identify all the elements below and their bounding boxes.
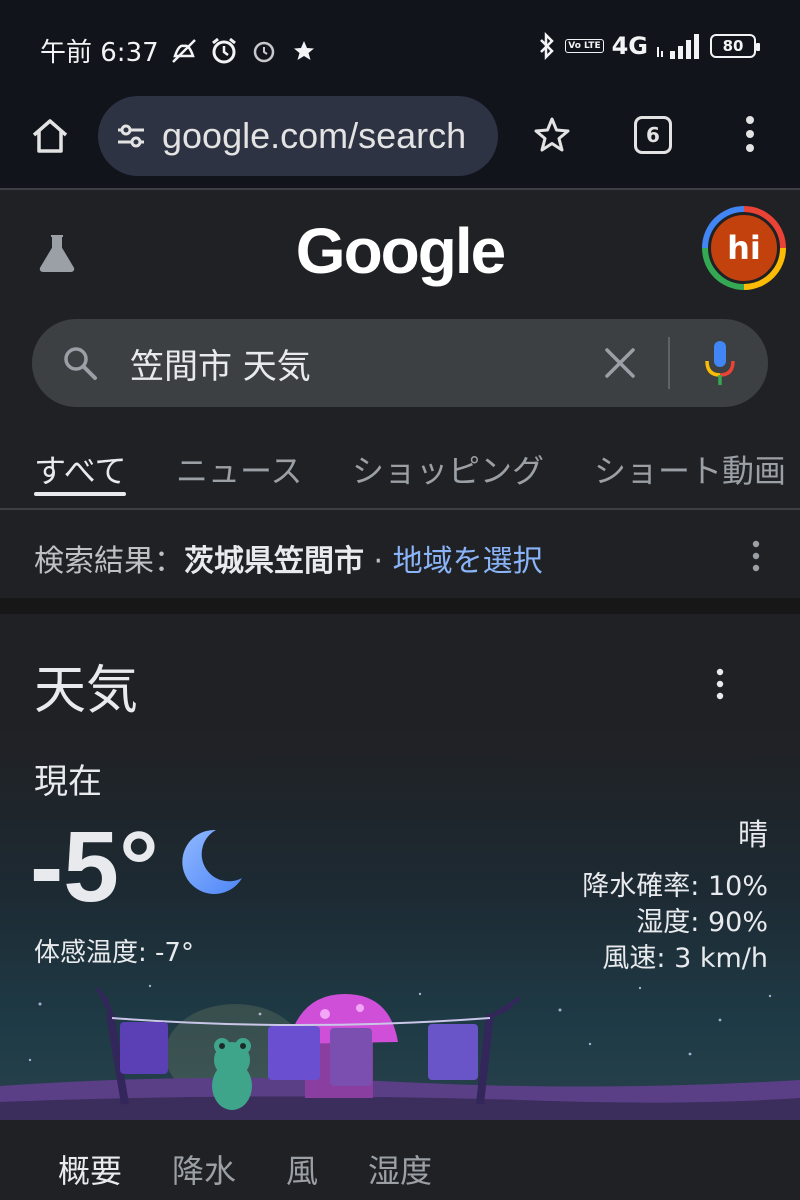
battery-level: 80 [722, 37, 744, 55]
location-row: 検索結果：茨城県笠間市 · 地域を選択 [0, 512, 800, 598]
wind-speed: 風速: 3 km/h [602, 943, 768, 974]
clear-icon[interactable] [602, 345, 638, 381]
search-filter-tabs: すべて ニュース ショッピング ショート動画 [0, 440, 800, 508]
volte-icon: Vo LTE [565, 39, 604, 53]
weather-illustration [0, 984, 800, 1120]
google-logo[interactable]: Google [0, 214, 800, 288]
search-input[interactable]: 笠間市 天気 [130, 339, 311, 388]
search-icon [64, 347, 97, 380]
weather-condition: 晴 [738, 818, 768, 853]
location-more-icon[interactable] [744, 538, 768, 574]
status-time: 午前 6:37 [40, 38, 159, 68]
browser-toolbar: google.com/search 6 [0, 96, 800, 190]
tab-shopping[interactable]: ショッピング [352, 446, 544, 492]
weather-title: 天気 [34, 661, 139, 721]
location-separator: · [364, 544, 393, 579]
home-icon[interactable] [28, 114, 72, 158]
status-bar-right: Vo LTE 4G 80 [537, 32, 760, 60]
signal-icon [657, 34, 699, 59]
current-label: 現在 [34, 762, 102, 802]
choose-area-link[interactable]: 地域を選択 [393, 544, 543, 579]
location-place: 茨城県笠間市 [184, 544, 364, 579]
google-header: Google hi [0, 192, 800, 312]
search-box[interactable]: 笠間市 天気 [32, 319, 768, 407]
search-divider [668, 337, 670, 389]
alarm-secondary-icon [253, 41, 274, 62]
precipitation-chance: 降水確率: 10% [582, 871, 768, 902]
url-bar[interactable]: google.com/search [98, 96, 498, 176]
tab-short-videos[interactable]: ショート動画 [594, 446, 786, 492]
browser-menu-icon[interactable] [738, 112, 762, 156]
status-bar-left: 午前 6:37 [40, 32, 319, 69]
frog-character [212, 1038, 252, 1110]
status-bar: 午前 6:37 Vo LTE 4G 80 [0, 0, 800, 96]
weather-tab-humidity[interactable]: 湿度 [368, 1146, 432, 1192]
weather-more-icon[interactable] [708, 666, 732, 702]
avatar-initials: hi [708, 212, 780, 284]
weather-tabs: 概要 降水 風 湿度 [0, 1120, 800, 1200]
weather-tab-wind[interactable]: 風 [286, 1146, 318, 1192]
tab-count: 6 [646, 123, 660, 147]
site-settings-icon[interactable] [114, 119, 148, 153]
tab-switcher-button[interactable]: 6 [634, 116, 672, 154]
mute-vibrate-icon [171, 38, 196, 63]
current-temperature: -5° [30, 811, 159, 923]
crescent-moon-icon [182, 829, 242, 894]
weather-tab-precipitation[interactable]: 降水 [172, 1146, 236, 1192]
bookmark-star-icon[interactable] [530, 114, 574, 158]
battery-icon: 80 [710, 34, 760, 58]
weather-tab-overview[interactable]: 概要 [58, 1146, 122, 1192]
bluetooth-icon [540, 32, 555, 60]
active-tab-indicator [34, 492, 126, 496]
location-text: 検索結果：茨城県笠間市 · 地域を選択 [34, 536, 543, 580]
network-type: 4G [611, 32, 648, 60]
tab-news[interactable]: ニュース [176, 446, 302, 492]
location-prefix: 検索結果： [34, 544, 184, 579]
account-avatar[interactable]: hi [702, 206, 786, 290]
filters-divider [0, 508, 800, 510]
section-separator [0, 598, 800, 614]
humidity: 湿度: 90% [636, 907, 768, 938]
weather-card: 天気 現在 -5° 体感温度: -7° 晴 降水確率: 10% 湿度: 90% … [0, 614, 800, 1120]
feels-like: 体感温度: -7° [34, 938, 194, 968]
mic-icon[interactable] [700, 339, 740, 387]
tab-all[interactable]: すべて [34, 446, 126, 492]
alarm-icon [211, 37, 236, 63]
url-text[interactable]: google.com/search [162, 115, 466, 157]
star-status-icon [293, 40, 314, 60]
